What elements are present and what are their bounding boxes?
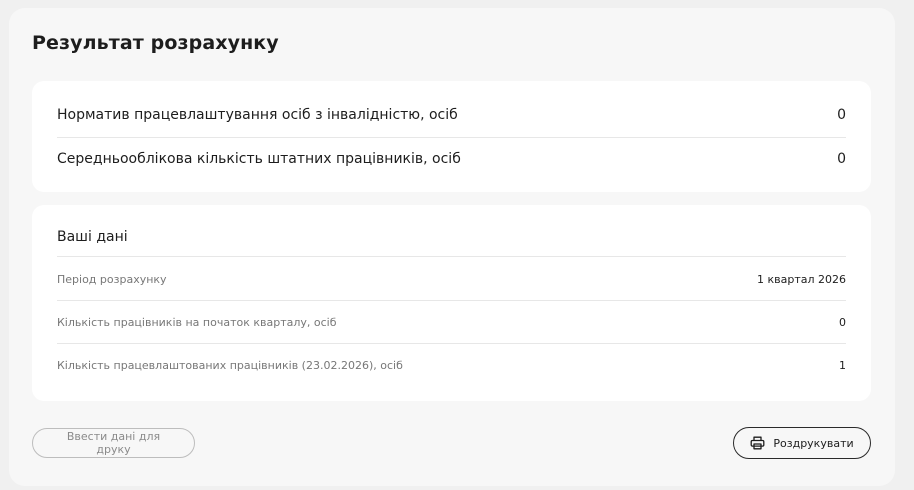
data-row: Кількість працевлаштованих працівників (… xyxy=(57,344,846,386)
result-row-value: 0 xyxy=(837,107,846,123)
data-row-value: 1 квартал 2026 xyxy=(756,272,846,286)
result-row-label: Середньооблікова кількість штатних праці… xyxy=(57,151,461,167)
result-row-label: Норматив працевлаштування осіб з інвалід… xyxy=(57,107,458,123)
your-data-card: Ваші дані Період розрахунку 1 квартал 20… xyxy=(32,205,871,401)
enter-print-data-label: Ввести дані для друку xyxy=(66,430,161,456)
data-row-value: 0 xyxy=(839,315,846,329)
print-button[interactable]: Роздрукувати xyxy=(733,427,871,459)
data-row-value: 1 xyxy=(839,358,846,372)
data-row: Період розрахунку 1 квартал 2026 xyxy=(57,258,846,301)
print-label: Роздрукувати xyxy=(773,436,854,450)
result-card: Норматив працевлаштування осіб з інвалід… xyxy=(32,81,871,192)
data-row-label: Кількість працівників на початок квартал… xyxy=(57,315,337,329)
your-data-heading: Ваші дані xyxy=(57,216,846,257)
data-row-label: Період розрахунку xyxy=(57,272,167,286)
result-row: Середньооблікова кількість штатних праці… xyxy=(57,137,846,181)
data-row: Кількість працівників на початок квартал… xyxy=(57,301,846,344)
calculation-result-panel: Результат розрахунку Норматив працевлашт… xyxy=(9,8,895,486)
page-title: Результат розрахунку xyxy=(32,32,279,54)
data-row-label: Кількість працевлаштованих працівників (… xyxy=(57,358,403,372)
result-row-value: 0 xyxy=(837,151,846,167)
printer-icon xyxy=(750,436,765,450)
enter-print-data-button[interactable]: Ввести дані для друку xyxy=(32,428,195,458)
result-row: Норматив працевлаштування осіб з інвалід… xyxy=(57,93,846,138)
